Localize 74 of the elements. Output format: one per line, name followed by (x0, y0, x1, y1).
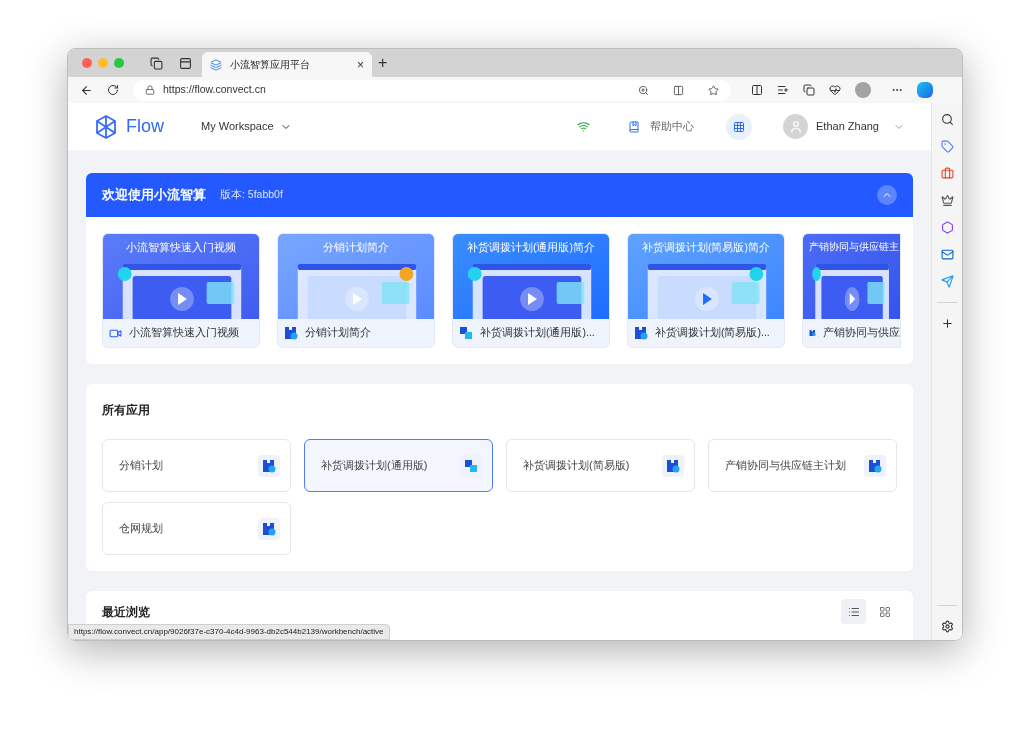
card-title: 补货调拨计划(通用版)简介 (467, 240, 595, 255)
card-caption: 产销协同与供应 (823, 325, 900, 341)
grid-icon (733, 120, 745, 133)
add-icon[interactable] (940, 317, 954, 330)
list-view-icon (847, 605, 860, 618)
app-name: 补货调拨计划(通用版) (321, 458, 429, 474)
user-icon (788, 119, 803, 134)
app-name: 仓网规划 (119, 521, 164, 537)
collapse-button[interactable] (877, 185, 897, 205)
tab-actions-icon[interactable] (179, 56, 192, 70)
intro-card[interactable]: 补货调拨计划(简易版)简介 补货调拨计划(简易版)... (627, 233, 785, 348)
settings-icon[interactable] (940, 620, 954, 633)
version-text: 版本: 5fabb0f (220, 187, 283, 203)
card-title: 补货调拨计划(简易版)简介 (642, 240, 770, 255)
intro-card[interactable]: 分销计划简介 分销计划简介 (277, 233, 435, 348)
app-card[interactable]: 补货调拨计划(通用版) (304, 439, 493, 492)
url-text: https://flow.convect.cn (163, 82, 267, 98)
view-toggle[interactable] (841, 599, 866, 624)
app-name: 产销协同与供应链主计划 (725, 458, 847, 474)
app-card[interactable]: 补货调拨计划(简易版) (506, 439, 695, 492)
tag-icon[interactable] (940, 140, 954, 153)
app-logo-icon (210, 58, 222, 71)
status-bar-tooltip: https://flow.convect.cn/app/9026f37e-c370-4c4d-9963-db2c544b2139/workbench/active (68, 624, 390, 640)
card-caption: 小流智算快速入门视频 (129, 325, 239, 341)
mail-icon[interactable] (940, 248, 954, 261)
address-bar[interactable]: https://flow.convect.cn (133, 79, 731, 101)
reload-button[interactable] (107, 84, 119, 96)
split-screen-icon[interactable] (751, 84, 763, 96)
user-menu[interactable]: Ethan Zhang (783, 114, 905, 139)
card-caption: 补货调拨计划(简易版)... (655, 325, 770, 341)
section-title: 最近浏览 (102, 604, 151, 621)
card-title: 小流智算快速入门视频 (126, 240, 236, 255)
hexagon-icon[interactable] (940, 221, 954, 234)
copilot-icon[interactable] (917, 82, 933, 98)
building-icon (634, 326, 648, 340)
back-button[interactable] (80, 83, 93, 97)
briefcase-icon[interactable] (940, 167, 954, 180)
lock-icon (145, 85, 155, 95)
intro-card[interactable]: 产销协同与供应链主 产销协同与供应 (802, 233, 901, 348)
apps-grid-button[interactable] (726, 113, 752, 140)
tab-title: 小流智算应用平台 (230, 58, 311, 72)
send-icon[interactable] (940, 275, 954, 288)
workspaces-icon[interactable] (150, 56, 163, 70)
zoom-icon[interactable] (638, 84, 649, 96)
book-icon (628, 120, 640, 133)
intro-card[interactable]: 小流智算快速入门视频 小流智算快速入门视频 (102, 233, 260, 348)
section-title: 所有应用 (102, 402, 151, 419)
intro-card[interactable]: 补货调拨计划(通用版)简介 补货调拨计划(通用版)... (452, 233, 610, 348)
card-title: 产销协同与供应链主 (809, 240, 899, 254)
brand-name: Flow (126, 115, 164, 138)
favorites-icon[interactable] (777, 84, 789, 96)
app-card[interactable]: 仓网规划 (102, 502, 291, 555)
app-name: 分销计划 (119, 458, 164, 474)
browser-tab[interactable]: 小流智算应用平台 × (202, 52, 372, 77)
help-center-link[interactable]: 帮助中心 (628, 118, 694, 135)
squares-icon (459, 326, 473, 340)
workspace-dropdown[interactable]: My Workspace (201, 118, 292, 135)
health-icon[interactable] (829, 84, 841, 96)
tab-close-button[interactable]: × (357, 55, 364, 74)
app-name: 补货调拨计划(简易版) (523, 458, 631, 474)
collections-icon[interactable] (803, 84, 815, 96)
card-title: 分销计划简介 (323, 240, 389, 255)
search-icon[interactable] (940, 113, 954, 126)
grid-view-icon (878, 605, 891, 618)
app-card[interactable]: 分销计划 (102, 439, 291, 492)
new-tab-button[interactable]: + (378, 55, 388, 71)
welcome-title: 欢迎使用小流智算 (102, 186, 206, 204)
wifi-icon (577, 120, 590, 133)
card-caption: 分销计划简介 (305, 325, 371, 341)
logo-icon (94, 113, 118, 140)
favorite-star-icon[interactable] (708, 84, 719, 96)
building-icon (284, 326, 298, 340)
card-caption: 补货调拨计划(通用版)... (480, 325, 595, 341)
app-card[interactable]: 产销协同与供应链主计划 (708, 439, 897, 492)
